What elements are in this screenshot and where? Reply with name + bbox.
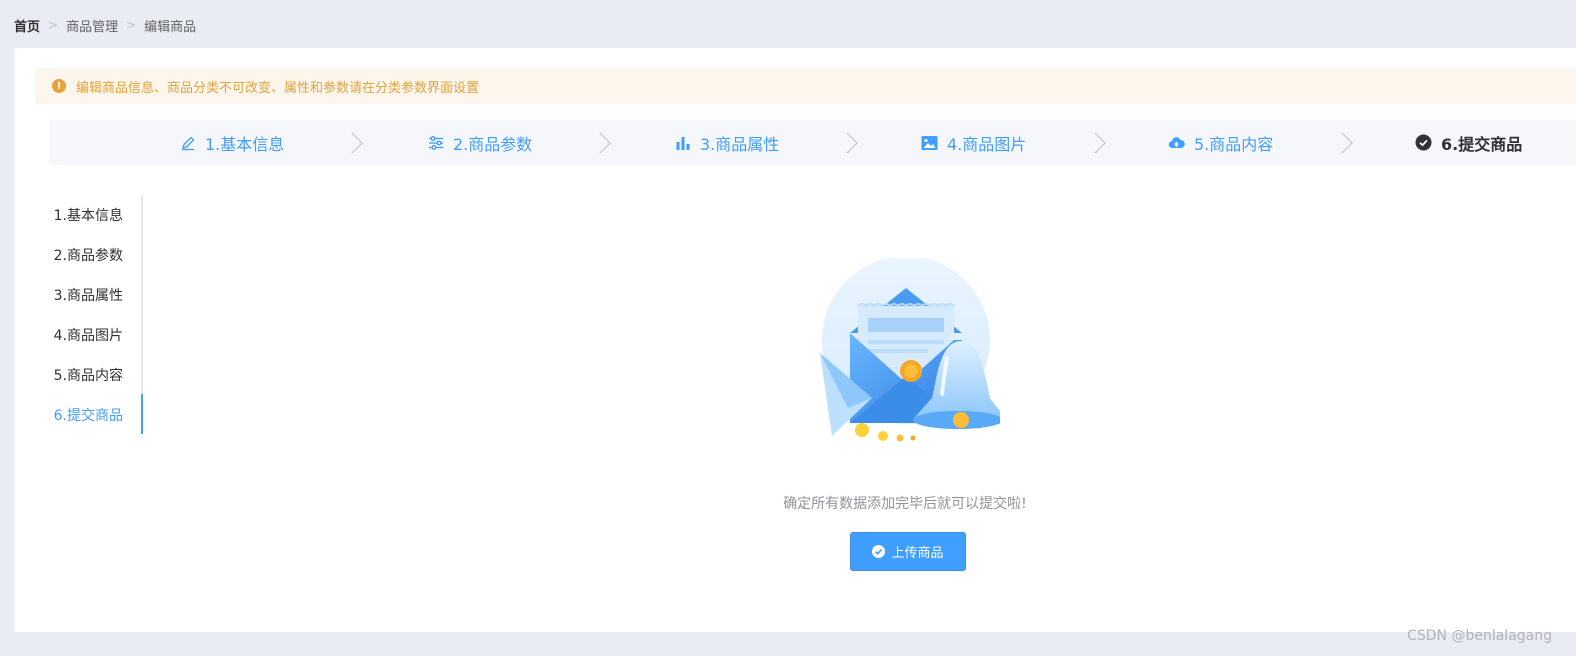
step-label: 4.商品图片	[947, 134, 1027, 154]
step-label: 2.商品参数	[453, 134, 533, 154]
alert-text: 编辑商品信息、商品分类不可改变、属性和参数请在分类参数界面设置	[76, 80, 480, 96]
tab-goods-content[interactable]: 5.商品内容	[50, 355, 143, 395]
breadcrumb-goods-manage[interactable]: 商品管理	[66, 16, 118, 35]
step-goods-images: 4.商品图片	[921, 120, 1026, 165]
chevron-right-icon	[599, 132, 611, 154]
upload-button-label: 上传商品	[891, 546, 944, 561]
upload-goods-button[interactable]: 上传商品	[850, 532, 966, 571]
chevron-right-icon: >	[126, 18, 137, 32]
chevron-right-icon: >	[48, 18, 59, 32]
tab-goods-attrs[interactable]: 3.商品属性	[50, 275, 143, 315]
step-goods-content: 5.商品内容	[1168, 120, 1273, 165]
confirm-message: 确定所有数据添加完毕后就可以提交啦!	[783, 496, 1027, 512]
chevron-right-icon	[846, 132, 858, 154]
sliders-icon	[429, 135, 443, 150]
check-circle-icon	[1415, 134, 1432, 151]
warning-alert: ! 编辑商品信息、商品分类不可改变、属性和参数请在分类参数界面设置	[35, 68, 1576, 104]
step-label: 5.商品内容	[1194, 134, 1274, 154]
warning-icon: !	[52, 79, 66, 93]
bar-chart-icon	[676, 136, 690, 150]
image-icon	[921, 135, 938, 150]
chevron-right-icon	[1341, 132, 1353, 154]
main-card: ! 编辑商品信息、商品分类不可改变、属性和参数请在分类参数界面设置 1.基本信息…	[15, 48, 1576, 632]
breadcrumb-home[interactable]: 首页	[14, 16, 40, 35]
tab-submit-goods[interactable]: 6.提交商品	[50, 395, 143, 435]
breadcrumb-edit-goods: 编辑商品	[144, 19, 197, 35]
check-circle-icon	[872, 545, 886, 558]
step-goods-attrs: 3.商品属性	[675, 120, 779, 165]
chevron-right-icon	[1094, 132, 1106, 154]
watermark: CSDN @benlalagang	[1407, 628, 1552, 644]
tabs-active-indicator	[141, 394, 143, 434]
cloud-upload-icon	[1168, 136, 1185, 148]
pencil-icon	[182, 136, 195, 150]
chevron-right-icon	[351, 132, 363, 154]
step-label: 3.商品属性	[700, 134, 780, 154]
step-label: 6.提交商品	[1441, 134, 1523, 154]
step-goods-params: 2.商品参数	[428, 120, 532, 165]
step-label: 1.基本信息	[205, 134, 285, 154]
tab-basic-info[interactable]: 1.基本信息	[50, 195, 143, 235]
breadcrumb: 首页 > 商品管理 > 编辑商品	[14, 14, 196, 36]
envelope-bell-illustration	[820, 258, 1000, 442]
step-submit-goods: 6.提交商品	[1415, 120, 1522, 165]
step-basic-info: 1.基本信息	[180, 120, 284, 165]
tab-goods-images[interactable]: 4.商品图片	[50, 315, 143, 355]
steps-bar: 1.基本信息 2.商品参数 3.商品属性 4.商品图片 5.商品内容 6.提交商…	[50, 120, 1576, 165]
vertical-tabs: 1.基本信息 2.商品参数 3.商品属性 4.商品图片 5.商品内容 6.提交商…	[50, 195, 143, 435]
tab-goods-params[interactable]: 2.商品参数	[50, 235, 143, 275]
